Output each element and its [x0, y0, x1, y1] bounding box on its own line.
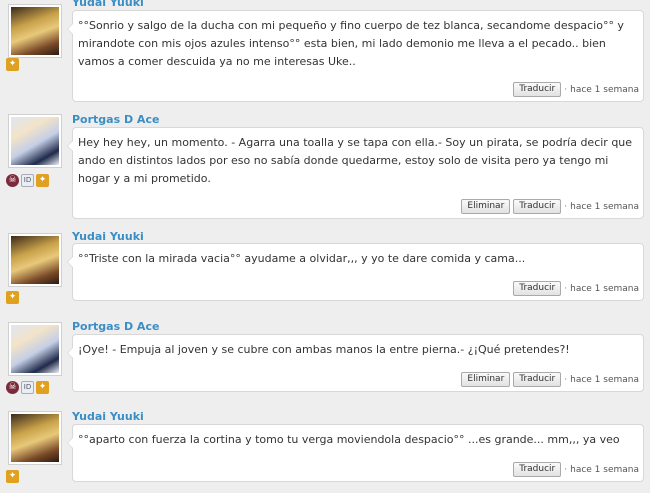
user-badges: ✦ — [6, 470, 19, 483]
user-avatar[interactable] — [8, 411, 62, 465]
comment-author-link[interactable]: Portgas D Ace — [72, 113, 159, 126]
translate-button[interactable]: Traducir — [513, 199, 562, 214]
comment-timestamp: hace 1 semana — [570, 374, 639, 385]
comment-timestamp: hace 1 semana — [570, 464, 639, 475]
user-avatar[interactable] — [8, 114, 62, 168]
comment-text: °°aparto con fuerza la cortina y tomo tu… — [78, 433, 620, 446]
delete-button[interactable]: Eliminar — [461, 372, 511, 387]
fox-badge-icon: ✦ — [6, 470, 19, 483]
comment-timestamp: hace 1 semana — [570, 201, 639, 212]
translate-button[interactable]: Traducir — [513, 372, 562, 387]
user-badges: ✦ — [6, 291, 19, 304]
fox-badge-icon: ✦ — [6, 291, 19, 304]
avatar-portgas-d-ace-icon — [11, 325, 59, 373]
comment-text: °°Triste con la mirada vacia°° ayudame a… — [78, 252, 526, 265]
translate-button[interactable]: Traducir — [513, 462, 562, 477]
comment-text: Hey hey hey, un momento. - Agarra una to… — [78, 136, 633, 185]
comment-box: ¡Oye! - Empuja al joven y se cubre con a… — [67, 334, 644, 392]
comment-actions: Eliminar Traducir · hace 1 semana — [461, 372, 639, 387]
comment-actions: Traducir · hace 1 semana — [513, 82, 639, 97]
user-badges: ☠ ID ✦ — [6, 174, 49, 187]
user-avatar[interactable] — [8, 233, 62, 287]
translate-button[interactable]: Traducir — [513, 82, 562, 97]
comment-box: °°aparto con fuerza la cortina y tomo tu… — [67, 424, 644, 482]
id-card-badge-icon: ID — [21, 381, 34, 394]
comment-author-link[interactable]: Yudai Yuuki — [72, 410, 144, 423]
user-badges: ☠ ID ✦ — [6, 381, 49, 394]
comment-timestamp: hace 1 semana — [570, 283, 639, 294]
comment-box: Hey hey hey, un momento. - Agarra una to… — [67, 127, 644, 219]
comment-text: °°Sonrio y salgo de la ducha con mi pequ… — [78, 19, 624, 68]
comment-timestamp: hace 1 semana — [570, 84, 639, 95]
id-card-badge-icon: ID — [21, 174, 34, 187]
avatar-yudai-yuuki-icon — [11, 414, 59, 462]
fox-badge-icon: ✦ — [6, 58, 19, 71]
user-avatar[interactable] — [8, 4, 62, 58]
comment-actions: Eliminar Traducir · hace 1 semana — [461, 199, 639, 214]
skull-badge-icon: ☠ — [6, 174, 19, 187]
avatar-yudai-yuuki-icon — [11, 236, 59, 284]
user-avatar[interactable] — [8, 322, 62, 376]
comment-actions: Traducir · hace 1 semana — [513, 281, 639, 296]
avatar-portgas-d-ace-icon — [11, 117, 59, 165]
comment-box: °°Sonrio y salgo de la ducha con mi pequ… — [67, 10, 644, 102]
comment-box: °°Triste con la mirada vacia°° ayudame a… — [67, 243, 644, 301]
comment-author-link[interactable]: Yudai Yuuki — [72, 0, 144, 9]
comment-text: ¡Oye! - Empuja al joven y se cubre con a… — [78, 343, 570, 356]
comment-author-link[interactable]: Yudai Yuuki — [72, 230, 144, 243]
delete-button[interactable]: Eliminar — [461, 199, 511, 214]
separator: · — [564, 374, 568, 385]
fox-badge-icon: ✦ — [36, 381, 49, 394]
separator: · — [564, 201, 568, 212]
separator: · — [564, 84, 568, 95]
separator: · — [564, 464, 568, 475]
comment-author-link[interactable]: Portgas D Ace — [72, 320, 159, 333]
separator: · — [564, 283, 568, 294]
skull-badge-icon: ☠ — [6, 381, 19, 394]
fox-badge-icon: ✦ — [36, 174, 49, 187]
translate-button[interactable]: Traducir — [513, 281, 562, 296]
comment-actions: Traducir · hace 1 semana — [513, 462, 639, 477]
avatar-yudai-yuuki-icon — [11, 7, 59, 55]
user-badges: ✦ — [6, 58, 19, 71]
